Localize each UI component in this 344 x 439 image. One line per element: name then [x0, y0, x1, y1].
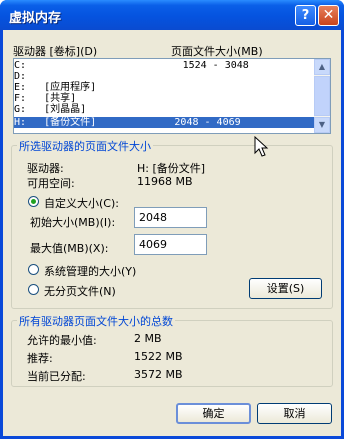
free-space-label: 可用空间: — [27, 177, 75, 190]
ok-button[interactable]: 确定 — [176, 403, 251, 424]
custom-size-label: 自定义大小(C): — [44, 197, 119, 210]
currently-allocated-label: 当前已分配: — [27, 370, 86, 383]
max-size-label: 最大值(MB)(X): — [30, 242, 109, 255]
drive-list[interactable]: C: 1524 - 3048 D: E: [应用程序] F: [共享] G: [… — [13, 58, 331, 134]
free-space-value: 11968 MB — [137, 175, 193, 188]
max-size-input[interactable]: 4069 — [134, 234, 207, 255]
dialog-title: 虚拟内存 — [9, 11, 62, 26]
drive-label: 驱动器: — [27, 162, 64, 175]
initial-size-label: 初始大小(MB)(I): — [30, 216, 116, 229]
drive-row-h[interactable]: H: [备份文件] 2048 - 4069 — [14, 117, 314, 128]
no-paging-file-label: 无分页文件(N) — [44, 285, 116, 298]
drive-value: H: [备份文件] — [137, 162, 206, 175]
cancel-button[interactable]: 取消 — [257, 403, 332, 424]
mouse-cursor-icon — [254, 136, 269, 157]
title-bar: 虚拟内存 ? ✕ — [0, 0, 344, 30]
currently-allocated-value: 3572 MB — [134, 368, 183, 381]
scroll-thumb[interactable] — [314, 76, 330, 116]
total-group-label: 所有驱动器页面文件大小的总数 — [17, 313, 175, 329]
recommended-label: 推荐: — [27, 352, 53, 365]
close-button[interactable]: ✕ — [318, 5, 339, 26]
drive-list-scrollbar[interactable]: ▲ ▼ — [314, 59, 330, 133]
help-button[interactable]: ? — [295, 5, 316, 26]
dialog-body: 驱动器 [卷标](D) 页面文件大小(MB) C: 1524 - 3048 D:… — [3, 30, 341, 436]
no-paging-file-radio[interactable] — [28, 284, 39, 295]
drive-row-e[interactable]: E: [应用程序] — [14, 82, 314, 93]
recommended-value: 1522 MB — [134, 350, 183, 363]
virtual-memory-dialog: 虚拟内存 ? ✕ 驱动器 [卷标](D) 页面文件大小(MB) C: 1524 … — [0, 0, 344, 439]
drive-row-c[interactable]: C: 1524 - 3048 — [14, 60, 314, 71]
initial-size-input[interactable]: 2048 — [134, 207, 207, 228]
system-managed-radio[interactable] — [28, 264, 39, 275]
scroll-up-icon[interactable]: ▲ — [314, 59, 330, 75]
system-managed-label: 系统管理的大小(Y) — [44, 265, 137, 278]
pagefile-column-header: 页面文件大小(MB) — [171, 45, 263, 58]
drive-row-g[interactable]: G: [刘晶晶] — [14, 104, 314, 115]
set-button[interactable]: 设置(S) — [249, 278, 322, 299]
drive-column-header: 驱动器 [卷标](D) — [13, 45, 98, 58]
scroll-down-icon[interactable]: ▼ — [314, 117, 330, 133]
selected-drive-group-label: 所选驱动器的页面文件大小 — [17, 138, 153, 154]
min-allowed-label: 允许的最小值: — [27, 334, 97, 347]
custom-size-radio[interactable] — [28, 196, 39, 207]
drive-row-d[interactable]: D: — [14, 71, 314, 82]
drive-row-f[interactable]: F: [共享] — [14, 93, 314, 104]
min-allowed-value: 2 MB — [134, 332, 162, 345]
